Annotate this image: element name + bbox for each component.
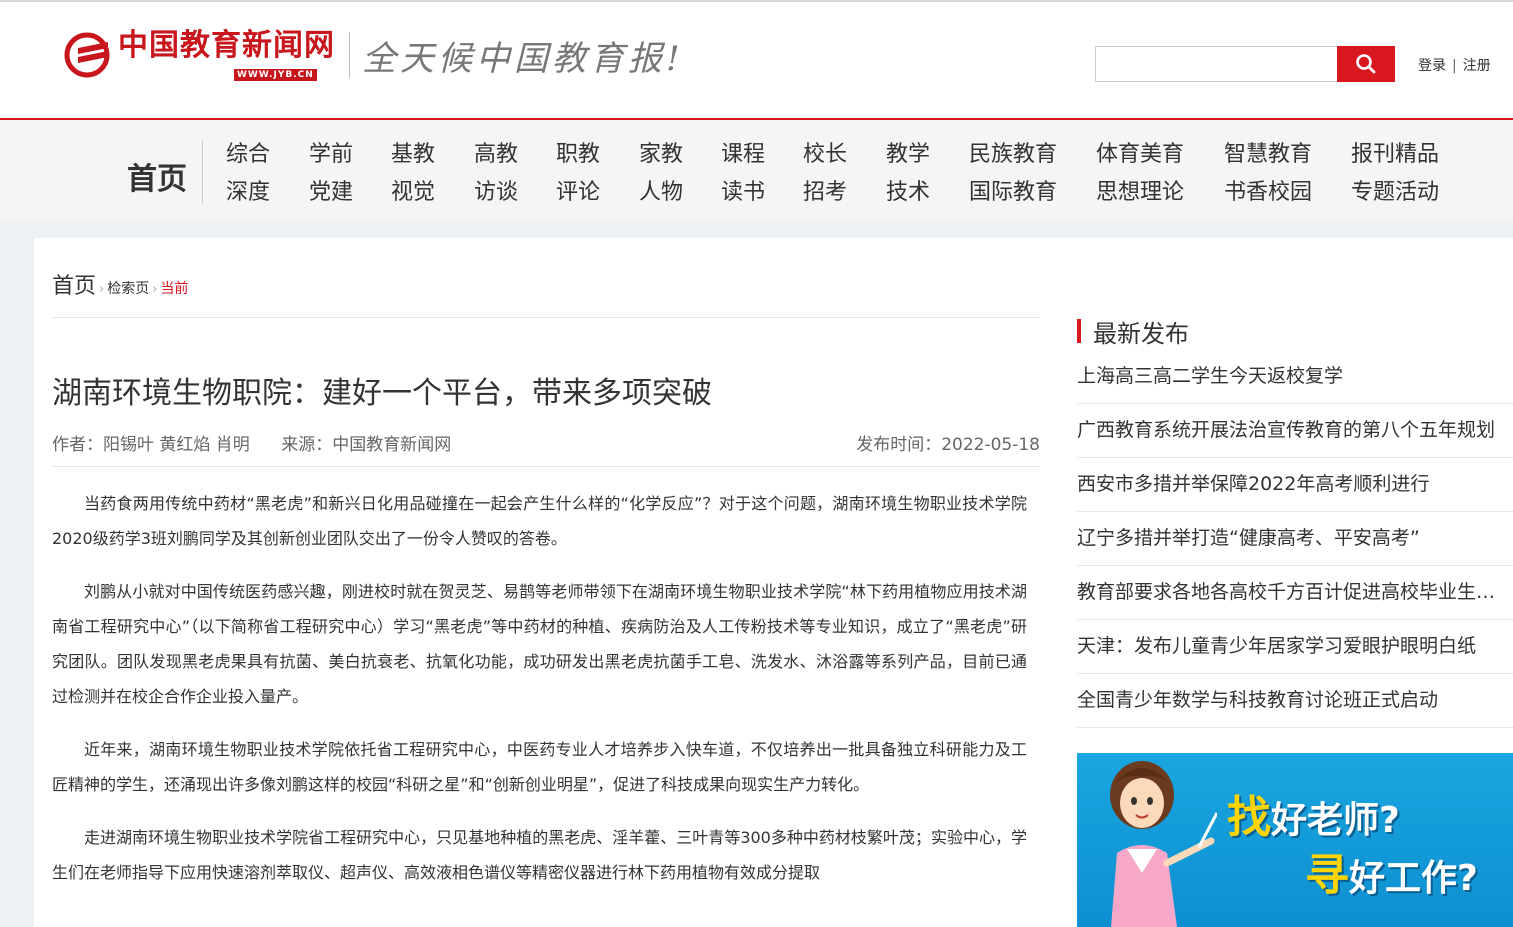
nav-column: 民族教育 国际教育	[969, 136, 1057, 212]
news-list-item[interactable]: 西安市多措并举保障2022年高考顺利进行	[1077, 458, 1513, 512]
article-paragraph: 当药食两用传统中药材“黑老虎”和新兴日化用品碰撞在一起会产生什么样的“化学反应”…	[52, 494, 1027, 548]
nav-column: 校长 招考	[803, 136, 847, 212]
news-list-item[interactable]: 教育部要求各地各高校千方百计促进高校毕业生就业	[1077, 566, 1513, 620]
meta-divider	[52, 466, 1040, 467]
nav-item-sixiang-lilun[interactable]: 思想理论	[1096, 174, 1184, 212]
main-content: 首页 › 检索页 › 当前 湖南环境生物职院：建好一个平台，带来多项突破 作者：…	[34, 238, 1513, 927]
nav-item-shijue[interactable]: 视觉	[391, 174, 435, 212]
nav-item-zhihui-jiaoyu[interactable]: 智慧教育	[1224, 136, 1312, 174]
heading-accent-bar	[1077, 319, 1081, 343]
news-list-item[interactable]: 上海高三高二学生今天返校复学	[1077, 350, 1513, 404]
nav-column: 课程 读书	[721, 136, 765, 212]
article-meta: 作者：阳锡叶 黄红焰 肖明 来源：中国教育新闻网 发布时间：2022-05-18	[52, 430, 1040, 455]
nav-item-jishu[interactable]: 技术	[886, 174, 930, 212]
article-paragraph: 刘鹏从小就对中国传统医药感兴趣，刚进校时就在贺灵芝、易鹊等老师带领下在湖南环境生…	[52, 582, 1027, 706]
nav-item-minzu-jiaoyu[interactable]: 民族教育	[969, 136, 1057, 174]
article-paragraph: 走进湖南环境生物职业技术学院省工程研究中心，只见基地种植的黑老虎、淫羊藿、三叶青…	[52, 828, 1027, 882]
nav-item-jiajiao[interactable]: 家教	[639, 136, 683, 174]
breadcrumb-divider	[52, 317, 1040, 318]
main-nav: 首页 综合 深度 学前 党建 基教 视觉 高教 访谈 职教 评论 家教 人物 课…	[0, 118, 1513, 220]
nav-item-kecheng[interactable]: 课程	[721, 136, 765, 174]
article-author: 作者：阳锡叶 黄红焰 肖明	[52, 435, 250, 455]
logo-divider	[349, 32, 350, 78]
breadcrumb-current: 当前	[160, 281, 189, 297]
nav-column: 基教 视觉	[391, 136, 435, 212]
news-list-item[interactable]: 广西教育系统开展法治宣传教育的第八个五年规划	[1077, 404, 1513, 458]
teacher-illustration-icon	[1110, 761, 1217, 927]
nav-item-shendu[interactable]: 深度	[226, 174, 270, 212]
latest-news-list: 上海高三高二学生今天返校复学 广西教育系统开展法治宣传教育的第八个五年规划 西安…	[1077, 350, 1513, 728]
nav-item-guoji-jiaoyu[interactable]: 国际教育	[969, 174, 1057, 212]
nav-item-xueqian[interactable]: 学前	[309, 136, 353, 174]
latest-news-title: 最新发布	[1093, 319, 1189, 348]
nav-column: 体育美育 思想理论	[1096, 136, 1184, 212]
logo-text: 中国教育新闻网	[118, 27, 335, 63]
search-icon	[1356, 54, 1376, 74]
recruitment-banner[interactable]: 找好老师? 寻好工作?	[1077, 753, 1513, 927]
banner-line-1: 找好老师?	[1227, 792, 1400, 843]
breadcrumb: 首页 › 检索页 › 当前	[52, 268, 188, 300]
nav-item-tiyu-meiyu[interactable]: 体育美育	[1096, 136, 1184, 174]
site-slogan: 全天候中国教育报!	[362, 38, 684, 79]
article-body: 当药食两用传统中药材“黑老虎”和新兴日化用品碰撞在一起会产生什么样的“化学反应”…	[52, 486, 1027, 908]
site-logo[interactable]: 中国教育新闻网 WWW.JYB.CN 全天候中国教育报!	[64, 27, 684, 81]
nav-item-xiaozhang[interactable]: 校长	[803, 136, 847, 174]
chevron-right-icon: ›	[99, 282, 105, 297]
breadcrumb-search-page[interactable]: 检索页	[107, 278, 149, 298]
banner-line-2: 寻好工作?	[1305, 850, 1478, 901]
article-title: 湖南环境生物职院：建好一个平台，带来多项突破	[52, 376, 712, 411]
nav-item-zonghe[interactable]: 综合	[226, 136, 270, 174]
search-button[interactable]	[1337, 46, 1395, 82]
search-input[interactable]	[1095, 46, 1337, 82]
latest-news-heading: 最新发布	[1077, 316, 1189, 348]
nav-column: 家教 人物	[639, 136, 683, 212]
auth-separator: |	[1452, 58, 1457, 74]
nav-item-shuxiang-xiaoyuan[interactable]: 书香校园	[1224, 174, 1312, 212]
nav-column: 职教 评论	[556, 136, 600, 212]
nav-column: 高教 访谈	[474, 136, 518, 212]
nav-item-pinglun[interactable]: 评论	[556, 174, 600, 212]
search-box	[1095, 46, 1395, 82]
nav-column: 学前 党建	[309, 136, 353, 212]
logo-url-badge: WWW.JYB.CN	[234, 68, 317, 81]
nav-item-zhijiao[interactable]: 职教	[556, 136, 600, 174]
article-paragraph: 近年来，湖南环境生物职业技术学院依托省工程研究中心，中医药专业人才培养步入快车道…	[52, 740, 1027, 794]
nav-item-jiaoxue[interactable]: 教学	[886, 136, 930, 174]
nav-column: 智慧教育 书香校园	[1224, 136, 1312, 212]
nav-item-fangtan[interactable]: 访谈	[474, 174, 518, 212]
nav-item-dangjian[interactable]: 党建	[309, 174, 353, 212]
nav-item-renwu[interactable]: 人物	[639, 174, 683, 212]
chevron-right-icon: ›	[152, 282, 158, 297]
nav-divider	[202, 140, 203, 204]
breadcrumb-home[interactable]: 首页	[52, 268, 96, 300]
site-header: 中国教育新闻网 WWW.JYB.CN 全天候中国教育报! 登录 | 注册	[0, 0, 1513, 118]
nav-item-zhaokao[interactable]: 招考	[803, 174, 847, 212]
logo-emblem-icon	[64, 32, 112, 78]
nav-item-gaojiao[interactable]: 高教	[474, 136, 518, 174]
nav-item-baokan-jingpin[interactable]: 报刊精品	[1351, 136, 1439, 174]
news-list-item[interactable]: 天津：发布儿童青少年居家学习爱眼护眼明白纸	[1077, 620, 1513, 674]
article-source: 来源：中国教育新闻网	[281, 435, 452, 455]
nav-item-dushu[interactable]: 读书	[721, 174, 765, 212]
nav-item-jijiao[interactable]: 基教	[391, 136, 435, 174]
news-list-item[interactable]: 辽宁多措并举打造“健康高考、平安高考”	[1077, 512, 1513, 566]
login-link[interactable]: 登录	[1418, 58, 1446, 74]
nav-column: 报刊精品 专题活动	[1351, 136, 1439, 212]
article-date: 发布时间：2022-05-18	[856, 435, 1040, 455]
auth-links: 登录 | 注册	[1418, 55, 1491, 75]
nav-column: 教学 技术	[886, 136, 930, 212]
nav-home[interactable]: 首页	[127, 154, 187, 198]
nav-item-zhuanti-huodong[interactable]: 专题活动	[1351, 174, 1439, 212]
nav-column: 综合 深度	[226, 136, 270, 212]
register-link[interactable]: 注册	[1463, 58, 1491, 74]
news-list-item[interactable]: 全国青少年数学与科技教育讨论班正式启动	[1077, 674, 1513, 728]
